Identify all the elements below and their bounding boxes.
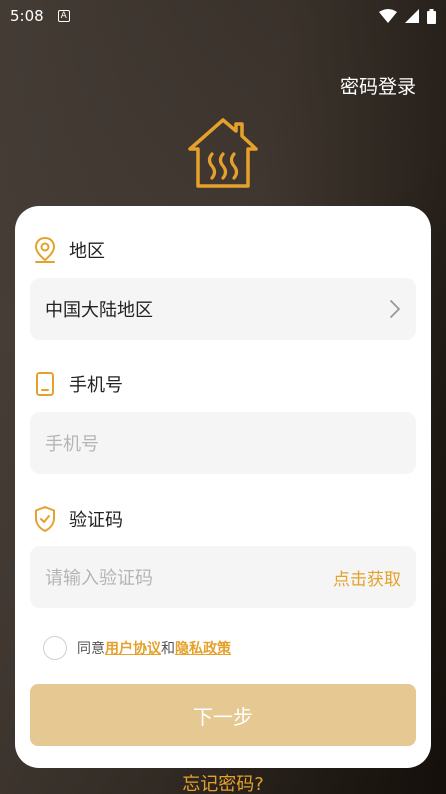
battery-icon — [427, 8, 436, 24]
phone-label-row: 手机号 — [33, 371, 123, 397]
location-pin-icon — [34, 236, 56, 263]
code-label: 验证码 — [69, 510, 123, 531]
shield-check-icon — [35, 506, 55, 532]
region-select[interactable]: 中国大陆地区 — [30, 278, 416, 340]
phone-label: 手机号 — [69, 375, 123, 396]
user-agreement-link[interactable]: 用户协议 — [105, 638, 161, 658]
forgot-password-link[interactable]: 忘记密码? — [0, 770, 446, 794]
agree-and: 和 — [161, 641, 175, 657]
code-placeholder: 请输入验证码 — [45, 568, 153, 589]
status-icons — [379, 8, 436, 24]
status-bar: 5:08 A — [0, 0, 446, 32]
agree-prefix: 同意 — [77, 641, 105, 657]
get-code-button[interactable]: 点击获取 — [333, 565, 401, 590]
agreement-row: 同意 用户协议 和 隐私政策 — [43, 636, 231, 660]
code-input[interactable]: 请输入验证码 点击获取 — [30, 546, 416, 608]
notification-icon: A — [57, 10, 70, 22]
password-login-link[interactable]: 密码登录 — [340, 72, 416, 99]
agree-checkbox[interactable] — [43, 636, 67, 660]
chevron-right-icon — [390, 300, 400, 318]
phone-placeholder: 手机号 — [45, 434, 99, 455]
region-label-row: 地区 — [33, 236, 105, 264]
phone-input[interactable]: 手机号 — [30, 412, 416, 474]
region-value: 中国大陆地区 — [45, 300, 153, 321]
privacy-policy-link[interactable]: 隐私政策 — [175, 638, 231, 658]
region-label: 地区 — [69, 241, 105, 262]
home-heat-logo-icon — [188, 118, 258, 188]
phone-icon — [36, 372, 54, 396]
login-card: 地区 中国大陆地区 手机号 手机号 验证码 请输入验证码 点击获取 同意 用户协… — [15, 206, 431, 768]
signal-icon — [405, 9, 419, 23]
status-time: 5:08 — [10, 7, 44, 25]
code-label-row: 验证码 — [33, 505, 123, 533]
next-button[interactable]: 下一步 — [30, 684, 416, 746]
wifi-icon — [379, 9, 397, 23]
